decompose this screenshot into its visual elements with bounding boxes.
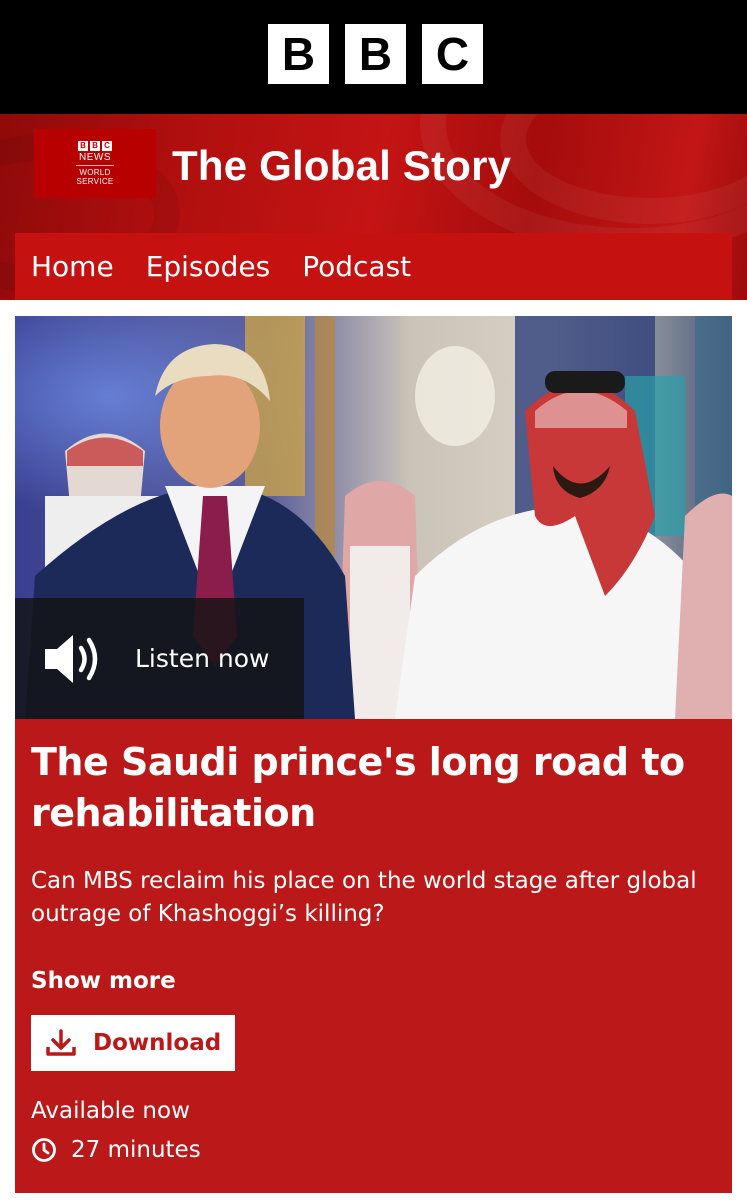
bbc-logo-letter: C: [422, 24, 483, 84]
bbc-logo-letter: B: [345, 24, 406, 84]
nav-item-episodes[interactable]: Episodes: [146, 250, 271, 283]
logo-divider: [76, 165, 114, 166]
clock-icon: [32, 1138, 56, 1162]
world-service-line2: SERVICE: [76, 177, 114, 186]
duration-text: 27 minutes: [71, 1137, 201, 1163]
mini-bbc-logo: B B C: [78, 141, 112, 151]
news-wordmark: NEWS: [79, 152, 111, 163]
episode-title[interactable]: The Saudi prince's long road to rehabili…: [31, 737, 711, 839]
listen-now-label: Listen now: [135, 644, 270, 673]
episode-description: Can MBS reclaim his place on the world s…: [31, 868, 697, 927]
mini-logo-letter: B: [78, 141, 88, 151]
listen-now-button[interactable]: Listen now: [15, 598, 304, 719]
episode-duration: 27 minutes: [31, 1137, 201, 1163]
bbc-logo-letter: B: [268, 24, 329, 84]
programme-title[interactable]: The Global Story: [172, 142, 511, 190]
episode-hero-image[interactable]: Listen now: [15, 316, 732, 719]
bbc-logo[interactable]: B B C: [268, 24, 483, 84]
programme-nav: Home Episodes Podcast: [15, 233, 732, 300]
bbc-top-bar: B B C: [0, 0, 747, 114]
nav-item-home[interactable]: Home: [31, 250, 114, 283]
download-button[interactable]: Download: [31, 1015, 235, 1071]
mini-logo-letter: B: [90, 141, 100, 151]
episode-card: The Saudi prince's long road to rehabili…: [15, 719, 732, 1193]
mini-logo-letter: C: [102, 141, 112, 151]
show-more-link[interactable]: Show more: [31, 968, 176, 994]
world-service-line1: WORLD: [79, 168, 111, 177]
programme-masthead: B B C NEWS WORLD SERVICE The Global Stor…: [0, 114, 747, 300]
speaker-icon: [45, 634, 98, 683]
nav-item-podcast[interactable]: Podcast: [302, 250, 411, 283]
availability-status: Available now: [31, 1098, 190, 1124]
bbc-news-world-service-logo[interactable]: B B C NEWS WORLD SERVICE: [34, 129, 156, 198]
download-icon: [46, 1029, 76, 1056]
download-label: Download: [93, 1030, 222, 1056]
